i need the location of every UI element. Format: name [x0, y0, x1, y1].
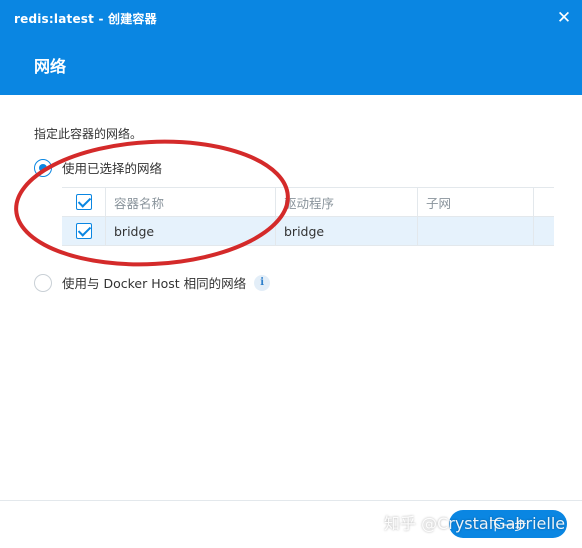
network-subnet-cell [418, 217, 534, 245]
row-checkbox[interactable] [76, 223, 92, 239]
info-icon[interactable]: i [254, 274, 271, 291]
host-network-label: 使用与 Docker Host 相同的网络 [62, 276, 247, 291]
select-all-cell[interactable] [62, 188, 106, 216]
use-selected-network-option[interactable]: 使用已选择的网络 [34, 158, 162, 177]
row-checkbox-cell[interactable] [62, 217, 106, 245]
window-title: redis:latest - 创建容器 [14, 12, 157, 26]
host-network-radio[interactable] [34, 273, 52, 292]
row-filler [534, 217, 554, 245]
selected-network-radio[interactable] [34, 158, 52, 177]
use-host-network-option[interactable]: 使用与 Docker Host 相同的网络 i [34, 273, 271, 292]
next-button[interactable]: 下一步 [449, 510, 567, 538]
column-header-driver[interactable]: 驱动程序 [276, 188, 418, 216]
network-description: 指定此容器的网络。 [34, 127, 143, 141]
close-icon[interactable]: ✕ [554, 8, 574, 28]
network-table: 容器名称 驱动程序 子网 bridge bridge [62, 187, 554, 246]
table-header-row: 容器名称 驱动程序 子网 [62, 188, 554, 217]
page-title: 网络 [34, 57, 67, 76]
table-row[interactable]: bridge bridge [62, 217, 554, 246]
network-driver-cell: bridge [276, 217, 418, 245]
column-header-name[interactable]: 容器名称 [106, 188, 276, 216]
column-header-filler [534, 188, 554, 216]
select-all-checkbox[interactable] [76, 194, 92, 210]
column-header-subnet[interactable]: 子网 [418, 188, 534, 216]
selected-network-label: 使用已选择的网络 [62, 161, 163, 176]
network-name-cell: bridge [106, 217, 276, 245]
dialog-header: redis:latest - 创建容器 ✕ 网络 [0, 0, 582, 95]
footer-divider [0, 500, 582, 501]
